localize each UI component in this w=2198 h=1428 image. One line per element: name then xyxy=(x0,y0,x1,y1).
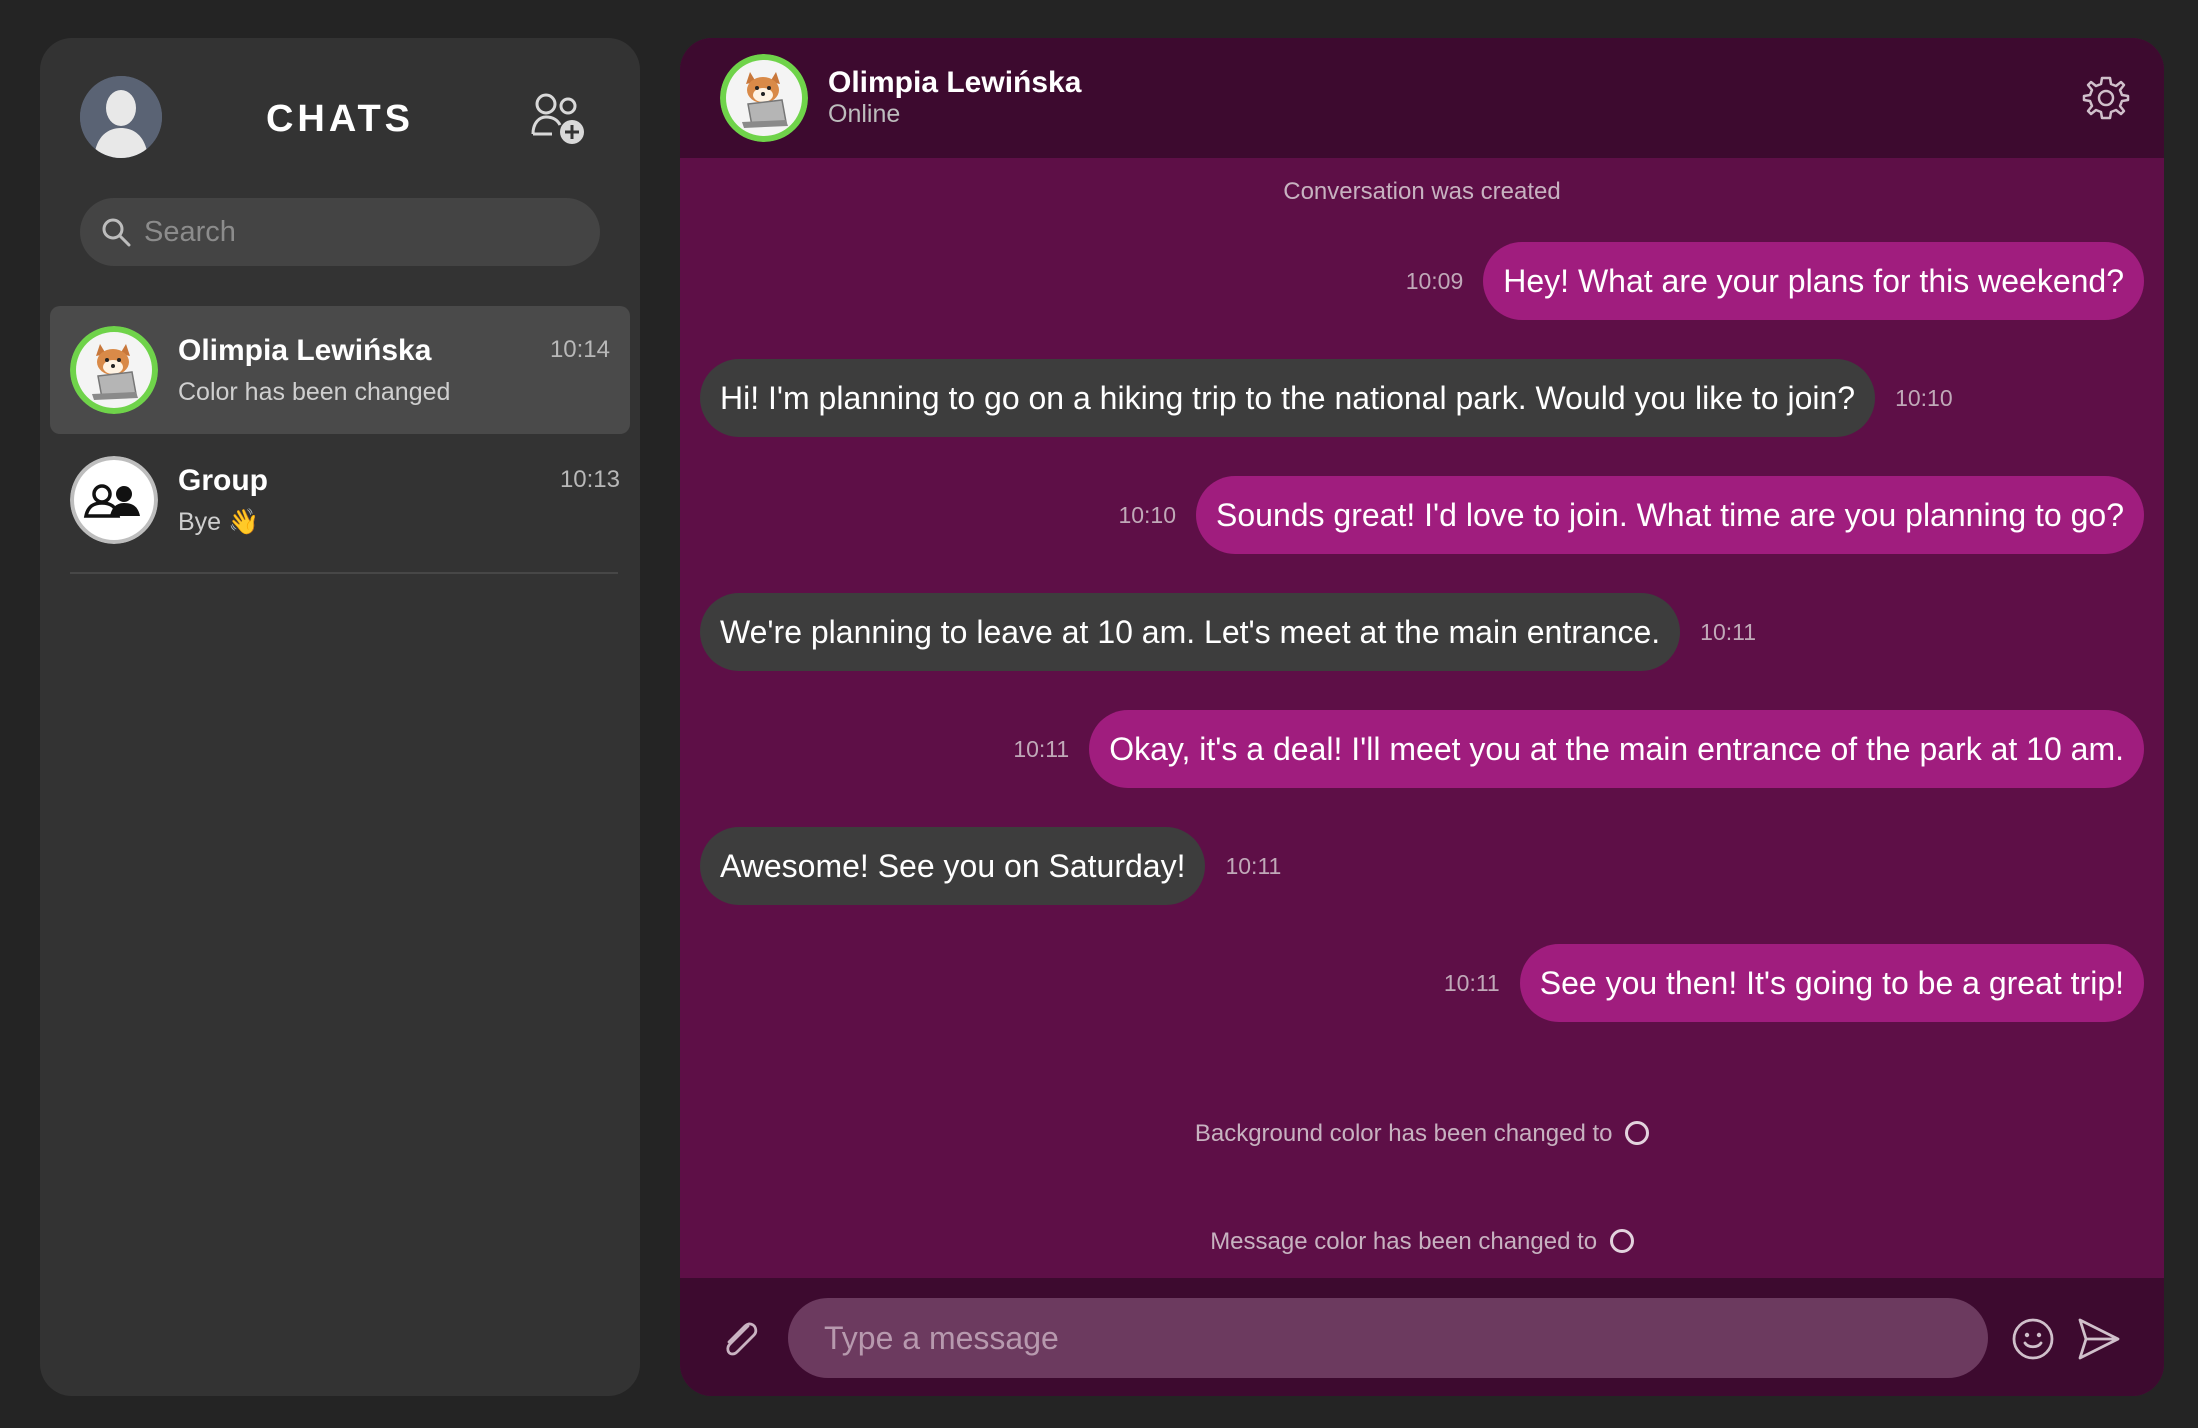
chat-item-group[interactable]: Group Bye 👋 10:13 xyxy=(40,434,640,574)
attach-button[interactable] xyxy=(718,1316,764,1362)
chat-item-name: Olimpia Lewińska xyxy=(178,334,432,367)
contact-avatar xyxy=(70,326,158,414)
chat-item-time: 10:14 xyxy=(549,336,610,363)
message-row-outgoing: 10:11 Okay, it's a deal! I'll meet you a… xyxy=(700,710,2144,788)
search-icon xyxy=(102,218,131,247)
message-time: 10:11 xyxy=(1443,969,1500,996)
group-avatar xyxy=(70,456,158,544)
add-contact-button[interactable] xyxy=(530,90,590,150)
message-bubble[interactable]: We're planning to leave at 10 am. Let's … xyxy=(700,593,1681,671)
smiley-icon xyxy=(2012,1318,2054,1360)
chat-item-time: 10:13 xyxy=(559,466,620,493)
message-time: 10:10 xyxy=(1895,384,1953,411)
search-bar xyxy=(80,198,600,266)
message-row-incoming: Awesome! See you on Saturday! 10:11 xyxy=(700,827,2144,905)
message-bubble[interactable]: Okay, it's a deal! I'll meet you at the … xyxy=(1089,710,2144,788)
color-swatch-icon xyxy=(1625,1121,1650,1145)
add-contact-icon xyxy=(531,93,584,144)
send-button[interactable] xyxy=(2074,1314,2124,1364)
message-time: 10:11 xyxy=(1225,852,1282,879)
search-input[interactable] xyxy=(144,198,584,266)
message-input[interactable] xyxy=(788,1298,1988,1378)
message-time: 10:11 xyxy=(1013,735,1070,762)
message-row-outgoing: 10:09 Hey! What are your plans for this … xyxy=(700,242,2144,320)
message-list: Conversation was created 10:09 Hey! What… xyxy=(680,158,2164,1278)
system-message-background: Background color has been changed to xyxy=(680,1120,2164,1148)
chat-app: CHATS Search Olimpia Lewińska Color has … xyxy=(0,0,2198,1428)
system-message-created: Conversation was created xyxy=(1283,178,1561,205)
list-divider xyxy=(70,572,618,574)
system-message-message-color: Message color has been changed to xyxy=(680,1228,2164,1256)
message-row-outgoing: 10:11 See you then! It's going to be a g… xyxy=(700,944,2144,1022)
system-message-text: Background color has been changed to xyxy=(1194,1120,1613,1147)
settings-button[interactable] xyxy=(2082,74,2130,122)
emoji-button[interactable] xyxy=(2010,1316,2056,1362)
sidebar-header: CHATS xyxy=(40,38,640,198)
message-composer xyxy=(680,1278,2164,1396)
message-bubble[interactable]: Hi! I'm planning to go on a hiking trip … xyxy=(700,359,1876,437)
shiba-dog-icon xyxy=(70,326,158,414)
paperclip-icon xyxy=(726,1322,758,1356)
contact-status: Online xyxy=(828,100,901,128)
message-time: 10:09 xyxy=(1405,267,1464,294)
shiba-dog-icon xyxy=(720,54,808,142)
message-time: 10:10 xyxy=(1118,501,1176,528)
system-message-text: Message color has been changed to xyxy=(1210,1228,1598,1255)
message-bubble[interactable]: Awesome! See you on Saturday! xyxy=(700,827,1206,905)
message-time: 10:11 xyxy=(1700,618,1757,645)
chat-item-preview: Color has been changed xyxy=(178,378,451,406)
contact-name: Olimpia Lewińska xyxy=(828,66,1082,99)
chat-item-preview: Bye 👋 xyxy=(178,508,260,536)
chat-item-name: Group xyxy=(178,464,268,497)
conversation-header: Olimpia Lewińska Online xyxy=(680,38,2164,158)
gear-icon xyxy=(2082,76,2130,120)
sidebar: CHATS Search Olimpia Lewińska Color has … xyxy=(40,38,640,1396)
message-bubble[interactable]: Hey! What are your plans for this weeken… xyxy=(1483,242,2144,320)
message-row-incoming: We're planning to leave at 10 am. Let's … xyxy=(700,593,2144,671)
message-bubble[interactable]: See you then! It's going to be a great t… xyxy=(1519,944,2144,1022)
chat-list: Olimpia Lewińska Color has been changed … xyxy=(40,306,640,574)
contact-avatar[interactable] xyxy=(720,54,808,142)
message-row-incoming: Hi! I'm planning to go on a hiking trip … xyxy=(700,359,2144,437)
group-icon xyxy=(70,456,158,544)
color-swatch-icon xyxy=(1609,1229,1634,1253)
chat-item-olimpia[interactable]: Olimpia Lewińska Color has been changed … xyxy=(50,306,630,434)
conversation-panel: Olimpia Lewińska Online Conversation was… xyxy=(680,38,2164,1396)
message-bubble[interactable]: Sounds great! I'd love to join. What tim… xyxy=(1196,476,2144,554)
message-row-outgoing: 10:10 Sounds great! I'd love to join. Wh… xyxy=(700,476,2144,554)
send-icon xyxy=(2078,1318,2120,1360)
